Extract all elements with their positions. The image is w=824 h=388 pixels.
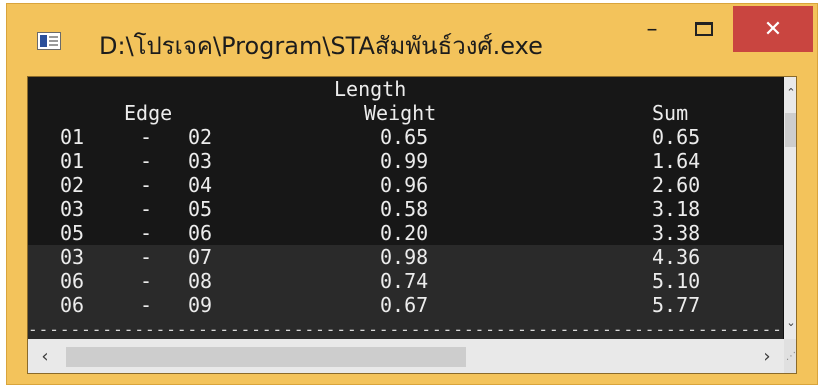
scroll-down-icon[interactable]: ⌄ [784,313,796,333]
header-row-1: Length [28,77,783,101]
edge-to: 02 [188,125,213,149]
header-sum: Sum [652,101,689,125]
console-window: D:\โปรเจค\Program\STAสัมพันธ์วงศ์.exe – … [6,3,818,385]
edge-separator: - [140,173,153,197]
console-client-area: Length Edge Weight Sum 01-02 0.65 0.65 01-0… [27,76,797,374]
weight-value: 0.96 [380,173,429,197]
separator-line: ----------------------------------------… [28,327,783,333]
vertical-scroll-thumb[interactable] [785,113,796,147]
maximize-button[interactable] [681,6,727,52]
header-weight: Weight [364,101,437,125]
weight-value: 0.58 [380,197,429,221]
console-app-icon[interactable] [37,32,61,50]
header-edge: Edge [124,101,173,125]
edge-separator: - [140,197,153,221]
edge-from: 02 [60,173,85,197]
edge-separator: - [140,221,153,245]
edge-to: 05 [188,197,213,221]
edge-to: 09 [188,293,213,317]
horizontal-scroll-thumb[interactable] [66,347,466,367]
sum-value: 3.38 [652,221,701,245]
scroll-left-icon[interactable]: ‹ [34,339,56,373]
sum-value: 2.60 [652,173,701,197]
edge-separator: - [140,125,153,149]
table-row: 01 - 03 0.99 1.64 [28,149,783,173]
edge-to: 07 [188,245,213,269]
edge-from: 06 [60,293,85,317]
table-row: 02 - 04 0.96 2.60 [28,173,783,197]
scroll-right-icon[interactable]: › [756,339,778,373]
sum-value: 5.77 [652,293,701,317]
edge-from: 01 [60,125,85,149]
weight-value: 0.20 [380,221,429,245]
table-row: 03 - 05 0.58 3.18 [28,197,783,221]
table-row: 06 - 09 0.67 5.77 [28,293,783,317]
sum-value: 4.36 [652,245,701,269]
table-row: 01 - 02 0.65 0.65 [28,125,783,149]
console-output[interactable]: Length Edge Weight Sum 01-02 0.65 0.65 01-0… [28,77,783,339]
edge-separator: - [140,149,153,173]
weight-value: 0.74 [380,269,429,293]
table-row: 05 - 06 0.20 3.38 [28,221,783,245]
edge-from: 01 [60,149,85,173]
edge-separator: - [140,245,153,269]
resize-grip-icon[interactable]: ⋰ [784,339,796,373]
table-row: 06 - 08 0.74 5.10 [28,269,783,293]
scroll-up-icon[interactable]: ⌃ [784,83,796,103]
weight-value: 0.65 [380,125,429,149]
edge-from: 05 [60,221,85,245]
close-button[interactable]: ✕ [733,6,813,52]
sum-value: 3.18 [652,197,701,221]
weight-value: 0.98 [380,245,429,269]
edge-separator: - [140,293,153,317]
weight-value: 0.99 [380,149,429,173]
horizontal-scrollbar[interactable]: ‹ › [28,339,796,373]
sum-value: 0.65 [652,125,701,149]
sum-value: 1.64 [652,149,701,173]
edge-from: 03 [60,197,85,221]
table-row: 03 - 07 0.98 4.36 [28,245,783,269]
maximize-icon [695,22,713,36]
edge-separator: - [140,269,153,293]
header-length: Length [334,77,407,101]
window-title: D:\โปรเจค\Program\STAสัมพันธ์วงศ์.exe [99,32,543,60]
edge-to: 08 [188,269,213,293]
title-bar[interactable]: D:\โปรเจค\Program\STAสัมพันธ์วงศ์.exe – … [7,4,817,72]
edge-from: 03 [60,245,85,269]
edge-to: 04 [188,173,213,197]
vertical-scrollbar[interactable]: ⌃ ⌄ [784,77,796,339]
edge-to: 03 [188,149,213,173]
header-row-2: Edge Weight Sum [28,101,783,125]
weight-value: 0.67 [380,293,429,317]
sum-value: 5.10 [652,269,701,293]
edge-from: 06 [60,269,85,293]
edge-to: 06 [188,221,213,245]
minimize-button[interactable]: – [633,6,671,52]
